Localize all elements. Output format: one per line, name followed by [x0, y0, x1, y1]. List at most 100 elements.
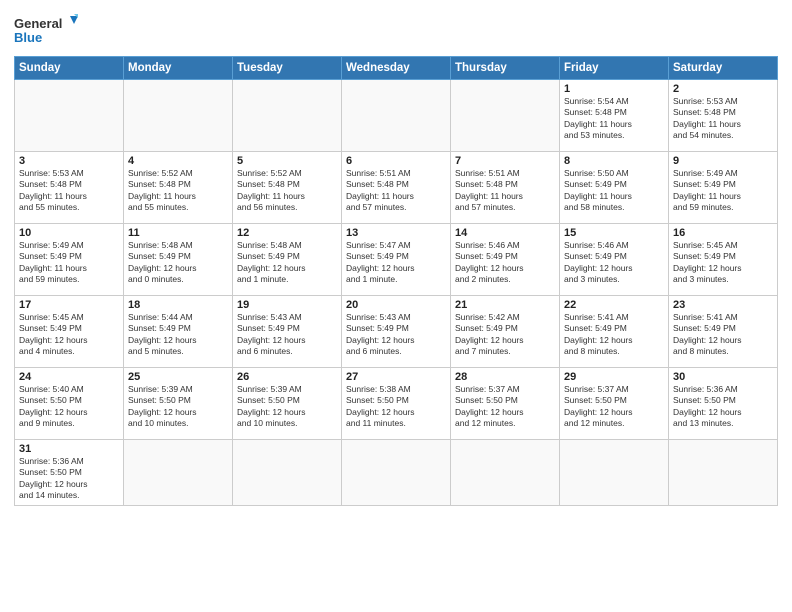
calendar-week-4: 17Sunrise: 5:45 AM Sunset: 5:49 PM Dayli…	[15, 296, 778, 368]
day-info: Sunrise: 5:42 AM Sunset: 5:49 PM Dayligh…	[455, 312, 555, 358]
day-number: 25	[128, 371, 228, 383]
day-number: 10	[19, 227, 119, 239]
calendar-week-3: 10Sunrise: 5:49 AM Sunset: 5:49 PM Dayli…	[15, 224, 778, 296]
day-info: Sunrise: 5:44 AM Sunset: 5:49 PM Dayligh…	[128, 312, 228, 358]
calendar-cell: 7Sunrise: 5:51 AM Sunset: 5:48 PM Daylig…	[451, 152, 560, 224]
day-number: 3	[19, 155, 119, 167]
day-info: Sunrise: 5:45 AM Sunset: 5:49 PM Dayligh…	[673, 240, 773, 286]
calendar-week-1: 1Sunrise: 5:54 AM Sunset: 5:48 PM Daylig…	[15, 80, 778, 152]
calendar-cell	[451, 440, 560, 506]
calendar-cell: 8Sunrise: 5:50 AM Sunset: 5:49 PM Daylig…	[560, 152, 669, 224]
calendar-cell: 30Sunrise: 5:36 AM Sunset: 5:50 PM Dayli…	[669, 368, 778, 440]
calendar-cell	[342, 80, 451, 152]
day-number: 27	[346, 371, 446, 383]
calendar-cell: 29Sunrise: 5:37 AM Sunset: 5:50 PM Dayli…	[560, 368, 669, 440]
day-number: 8	[564, 155, 664, 167]
day-info: Sunrise: 5:45 AM Sunset: 5:49 PM Dayligh…	[19, 312, 119, 358]
day-info: Sunrise: 5:51 AM Sunset: 5:48 PM Dayligh…	[455, 168, 555, 214]
day-number: 11	[128, 227, 228, 239]
day-info: Sunrise: 5:49 AM Sunset: 5:49 PM Dayligh…	[19, 240, 119, 286]
weekday-header-saturday: Saturday	[669, 57, 778, 80]
day-info: Sunrise: 5:36 AM Sunset: 5:50 PM Dayligh…	[673, 384, 773, 430]
day-number: 2	[673, 83, 773, 95]
calendar-cell: 22Sunrise: 5:41 AM Sunset: 5:49 PM Dayli…	[560, 296, 669, 368]
day-number: 7	[455, 155, 555, 167]
calendar-cell	[15, 80, 124, 152]
weekday-header-row: SundayMondayTuesdayWednesdayThursdayFrid…	[15, 57, 778, 80]
calendar-cell: 18Sunrise: 5:44 AM Sunset: 5:49 PM Dayli…	[124, 296, 233, 368]
day-number: 5	[237, 155, 337, 167]
weekday-header-wednesday: Wednesday	[342, 57, 451, 80]
calendar-week-6: 31Sunrise: 5:36 AM Sunset: 5:50 PM Dayli…	[15, 440, 778, 506]
logo: General Blue	[14, 12, 84, 50]
calendar-cell: 12Sunrise: 5:48 AM Sunset: 5:49 PM Dayli…	[233, 224, 342, 296]
day-info: Sunrise: 5:53 AM Sunset: 5:48 PM Dayligh…	[673, 96, 773, 142]
calendar-cell: 15Sunrise: 5:46 AM Sunset: 5:49 PM Dayli…	[560, 224, 669, 296]
calendar-cell: 28Sunrise: 5:37 AM Sunset: 5:50 PM Dayli…	[451, 368, 560, 440]
weekday-header-thursday: Thursday	[451, 57, 560, 80]
calendar-cell: 25Sunrise: 5:39 AM Sunset: 5:50 PM Dayli…	[124, 368, 233, 440]
day-number: 31	[19, 443, 119, 455]
day-info: Sunrise: 5:51 AM Sunset: 5:48 PM Dayligh…	[346, 168, 446, 214]
calendar-table: SundayMondayTuesdayWednesdayThursdayFrid…	[14, 56, 778, 506]
calendar-cell: 4Sunrise: 5:52 AM Sunset: 5:48 PM Daylig…	[124, 152, 233, 224]
calendar-cell: 5Sunrise: 5:52 AM Sunset: 5:48 PM Daylig…	[233, 152, 342, 224]
day-number: 6	[346, 155, 446, 167]
day-number: 21	[455, 299, 555, 311]
day-number: 24	[19, 371, 119, 383]
day-number: 18	[128, 299, 228, 311]
day-info: Sunrise: 5:50 AM Sunset: 5:49 PM Dayligh…	[564, 168, 664, 214]
day-info: Sunrise: 5:40 AM Sunset: 5:50 PM Dayligh…	[19, 384, 119, 430]
day-number: 13	[346, 227, 446, 239]
calendar-cell: 2Sunrise: 5:53 AM Sunset: 5:48 PM Daylig…	[669, 80, 778, 152]
svg-text:General: General	[14, 16, 62, 31]
svg-text:Blue: Blue	[14, 30, 42, 45]
day-number: 4	[128, 155, 228, 167]
calendar-cell: 1Sunrise: 5:54 AM Sunset: 5:48 PM Daylig…	[560, 80, 669, 152]
weekday-header-tuesday: Tuesday	[233, 57, 342, 80]
calendar-cell: 6Sunrise: 5:51 AM Sunset: 5:48 PM Daylig…	[342, 152, 451, 224]
day-info: Sunrise: 5:52 AM Sunset: 5:48 PM Dayligh…	[237, 168, 337, 214]
calendar-cell: 27Sunrise: 5:38 AM Sunset: 5:50 PM Dayli…	[342, 368, 451, 440]
calendar-cell: 24Sunrise: 5:40 AM Sunset: 5:50 PM Dayli…	[15, 368, 124, 440]
day-number: 29	[564, 371, 664, 383]
day-info: Sunrise: 5:52 AM Sunset: 5:48 PM Dayligh…	[128, 168, 228, 214]
calendar-cell	[669, 440, 778, 506]
day-number: 28	[455, 371, 555, 383]
day-info: Sunrise: 5:54 AM Sunset: 5:48 PM Dayligh…	[564, 96, 664, 142]
day-info: Sunrise: 5:39 AM Sunset: 5:50 PM Dayligh…	[128, 384, 228, 430]
day-number: 17	[19, 299, 119, 311]
calendar-cell	[342, 440, 451, 506]
day-number: 20	[346, 299, 446, 311]
weekday-header-sunday: Sunday	[15, 57, 124, 80]
day-info: Sunrise: 5:48 AM Sunset: 5:49 PM Dayligh…	[237, 240, 337, 286]
calendar-cell	[124, 80, 233, 152]
day-number: 22	[564, 299, 664, 311]
day-info: Sunrise: 5:38 AM Sunset: 5:50 PM Dayligh…	[346, 384, 446, 430]
day-info: Sunrise: 5:43 AM Sunset: 5:49 PM Dayligh…	[237, 312, 337, 358]
day-number: 30	[673, 371, 773, 383]
calendar-cell	[124, 440, 233, 506]
generalblue-logo: General Blue	[14, 12, 84, 50]
day-info: Sunrise: 5:43 AM Sunset: 5:49 PM Dayligh…	[346, 312, 446, 358]
day-number: 19	[237, 299, 337, 311]
day-info: Sunrise: 5:36 AM Sunset: 5:50 PM Dayligh…	[19, 456, 119, 502]
day-info: Sunrise: 5:48 AM Sunset: 5:49 PM Dayligh…	[128, 240, 228, 286]
calendar-cell: 9Sunrise: 5:49 AM Sunset: 5:49 PM Daylig…	[669, 152, 778, 224]
day-number: 14	[455, 227, 555, 239]
calendar-cell: 21Sunrise: 5:42 AM Sunset: 5:49 PM Dayli…	[451, 296, 560, 368]
page: General Blue SundayMondayTuesdayWednesda…	[0, 0, 792, 612]
calendar-cell: 19Sunrise: 5:43 AM Sunset: 5:49 PM Dayli…	[233, 296, 342, 368]
calendar-cell: 13Sunrise: 5:47 AM Sunset: 5:49 PM Dayli…	[342, 224, 451, 296]
day-number: 23	[673, 299, 773, 311]
day-number: 15	[564, 227, 664, 239]
calendar-cell: 17Sunrise: 5:45 AM Sunset: 5:49 PM Dayli…	[15, 296, 124, 368]
calendar-cell: 16Sunrise: 5:45 AM Sunset: 5:49 PM Dayli…	[669, 224, 778, 296]
day-info: Sunrise: 5:41 AM Sunset: 5:49 PM Dayligh…	[564, 312, 664, 358]
calendar-cell: 3Sunrise: 5:53 AM Sunset: 5:48 PM Daylig…	[15, 152, 124, 224]
calendar-cell: 14Sunrise: 5:46 AM Sunset: 5:49 PM Dayli…	[451, 224, 560, 296]
calendar-cell	[233, 440, 342, 506]
day-info: Sunrise: 5:41 AM Sunset: 5:49 PM Dayligh…	[673, 312, 773, 358]
day-info: Sunrise: 5:46 AM Sunset: 5:49 PM Dayligh…	[455, 240, 555, 286]
calendar-cell: 20Sunrise: 5:43 AM Sunset: 5:49 PM Dayli…	[342, 296, 451, 368]
